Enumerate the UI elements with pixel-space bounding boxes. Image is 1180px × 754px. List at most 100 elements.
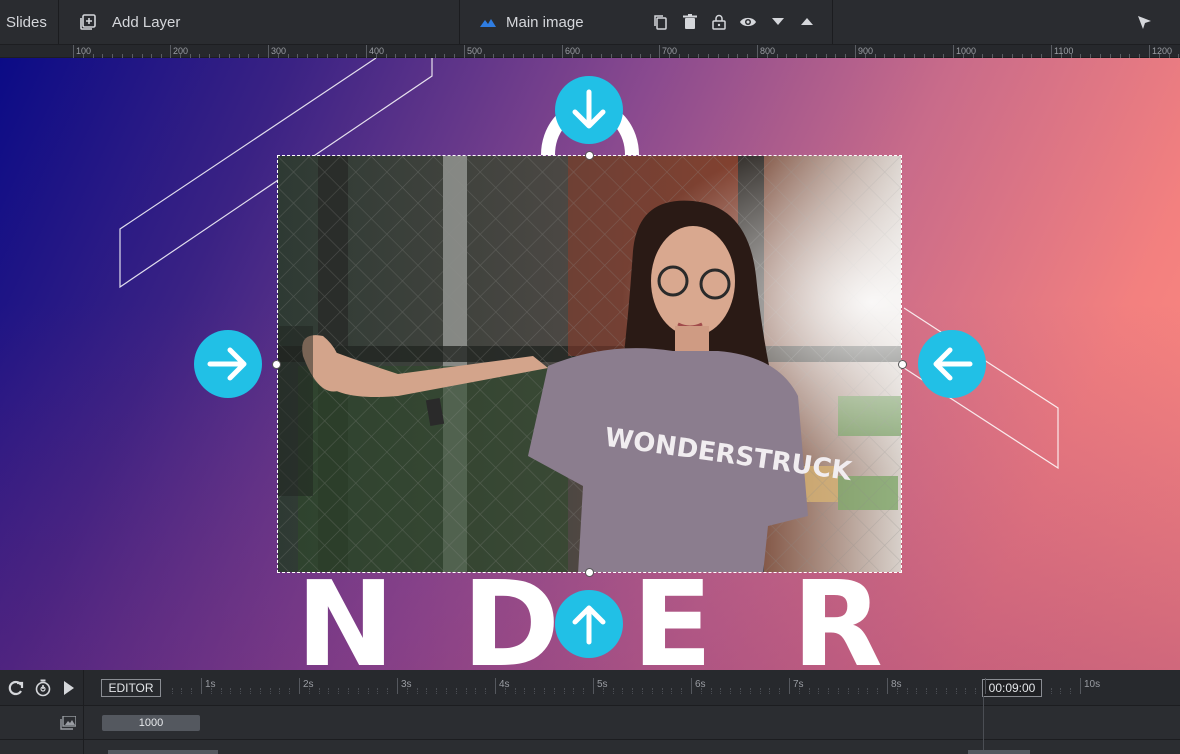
move-down-button[interactable] [766, 10, 790, 34]
timeline-minor-tick [779, 688, 781, 694]
timeline-minor-tick [857, 688, 859, 694]
timeline-second-tick [299, 678, 300, 694]
add-layer-label: Add Layer [112, 13, 181, 31]
resize-handle-bottom[interactable] [585, 568, 594, 577]
next-layer-bar[interactable] [108, 750, 218, 754]
timeline-minor-tick [1060, 688, 1062, 694]
layer-duration-bar[interactable]: 1000 [102, 715, 200, 731]
big-letter: R [792, 555, 883, 670]
next-layer-bar[interactable] [968, 750, 1030, 754]
ruler-tick [855, 45, 856, 58]
timeline-minor-tick [426, 688, 428, 694]
timeline-minor-tick [632, 688, 634, 694]
timeline-minor-tick [975, 688, 977, 694]
layer-name[interactable]: Main image [480, 0, 584, 44]
timeline-minor-tick [749, 688, 751, 694]
layer-type-button[interactable] [56, 711, 80, 735]
animate-from-right-button[interactable] [918, 330, 986, 398]
timeline-minor-tick [877, 688, 879, 694]
timeline-minor-tick [475, 688, 477, 694]
timeline-second-tick [1080, 678, 1081, 694]
timeline-minor-tick [642, 688, 643, 694]
timeline-minor-tick [838, 688, 839, 694]
playhead-line[interactable] [983, 696, 984, 754]
timeline-minor-tick [220, 688, 222, 694]
timeline-second-tick [985, 678, 986, 694]
divider [832, 0, 833, 44]
timeline-minor-tick [612, 688, 614, 694]
timeline-minor-tick [847, 688, 849, 694]
resize-handle-right[interactable] [898, 360, 907, 369]
arrow-left-icon [933, 347, 973, 381]
editor-badge[interactable]: EDITOR [101, 679, 161, 697]
add-layer-button[interactable]: Add Layer [80, 0, 180, 44]
timeline-minor-tick [357, 688, 359, 694]
animate-from-bottom-button[interactable] [555, 590, 623, 658]
move-up-button[interactable] [795, 10, 819, 34]
duplicate-button[interactable] [648, 10, 672, 34]
animate-from-left-button[interactable] [194, 330, 262, 398]
timeline-minor-tick [583, 688, 585, 694]
timeline-minor-tick [1050, 688, 1052, 694]
lock-button[interactable] [707, 10, 731, 34]
ruler-tick [1149, 45, 1150, 58]
timeline-second-tick [887, 678, 888, 694]
timeline-minor-tick [867, 688, 869, 694]
delete-button[interactable] [678, 10, 702, 34]
timeline-second-tick [789, 678, 790, 694]
resize-handle-top[interactable] [585, 151, 594, 160]
timeline-minor-tick [818, 688, 820, 694]
timeline-minor-tick [269, 688, 271, 694]
slides-button[interactable]: Slides [6, 0, 47, 44]
timeline-minor-tick [416, 688, 418, 694]
main-image-layer[interactable]: WONDERSTRUCK [277, 155, 902, 573]
timeline-minor-tick [573, 688, 575, 694]
timeline-minor-tick [740, 688, 741, 694]
slide-canvas[interactable]: N D E R WONDERSTRUCK [0, 58, 1180, 670]
ruler-tick [366, 45, 367, 58]
ruler-tick [1051, 45, 1052, 58]
timeline-second-label: 10s [1084, 679, 1101, 690]
timeline-minor-tick [250, 688, 251, 694]
timeline-minor-tick [455, 688, 457, 694]
timeline-minor-tick [916, 688, 918, 694]
top-toolbar: Slides Add Layer Main image [0, 0, 1180, 44]
timeline-minor-tick [563, 688, 565, 694]
duplicate-icon [654, 15, 667, 30]
image-layer-icon [480, 19, 496, 27]
visibility-button[interactable] [736, 10, 760, 34]
timeline-minor-tick [406, 688, 408, 694]
timeline-second-tick [495, 678, 496, 694]
timeline-minor-tick [171, 688, 173, 694]
resize-handle-left[interactable] [272, 360, 281, 369]
divider [58, 0, 59, 44]
ruler-tick [659, 45, 660, 58]
timeline-minor-tick [828, 688, 830, 694]
big-letter: E [632, 555, 713, 670]
timeline-minor-tick [181, 688, 183, 694]
timeline-minor-tick [798, 688, 800, 694]
timeline-minor-tick [651, 688, 653, 694]
timeline-minor-tick [936, 688, 937, 694]
timeline-minor-tick [210, 688, 212, 694]
timeline-minor-tick [514, 688, 516, 694]
timeline-minor-tick [906, 688, 908, 694]
ruler-tick [268, 45, 269, 58]
timeline-minor-tick [808, 688, 810, 694]
timeline-minor-tick [465, 688, 467, 694]
big-letter: D [462, 555, 560, 670]
timeline-minor-tick [661, 688, 663, 694]
timeline-minor-tick [377, 688, 379, 694]
timeline-panel: EDITOR 00:09:00 1s 2s 3s 4s 5s 6s 7s 8s 10s 1000 [0, 670, 1180, 754]
timeline-minor-tick [338, 688, 340, 694]
ruler-tick [757, 45, 758, 58]
animate-from-top-button[interactable] [555, 76, 623, 144]
select-tool-button[interactable] [1132, 10, 1156, 34]
timeline-minor-tick [945, 688, 947, 694]
timeline-minor-tick [436, 688, 438, 694]
photo-illustration: WONDERSTRUCK [278, 156, 901, 572]
current-time[interactable]: 00:09:00 [982, 679, 1042, 697]
image-stack-icon [60, 716, 76, 730]
horizontal-ruler: 100 200 300 400 500 600 700 800 900 1000 1100 1200 [0, 44, 1180, 58]
timeline-minor-tick [240, 688, 242, 694]
